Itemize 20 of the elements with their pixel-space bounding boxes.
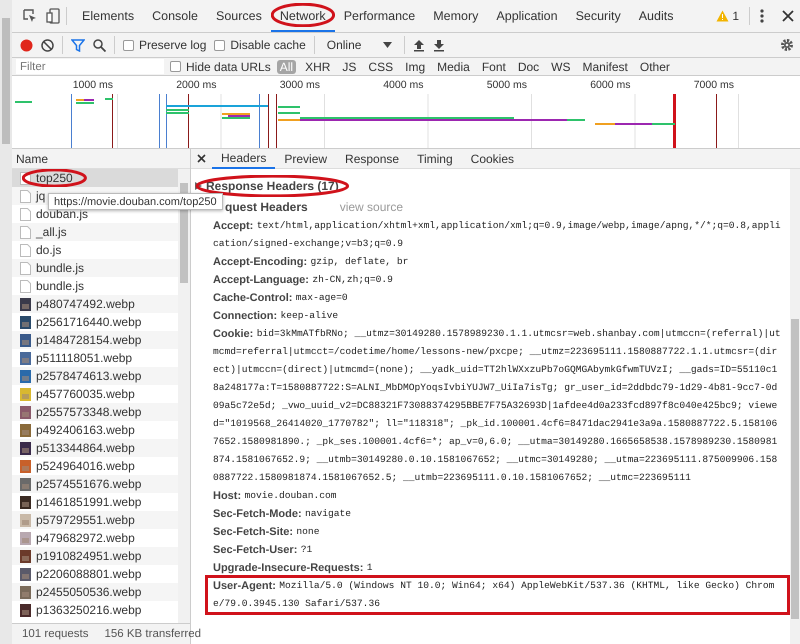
header-line: Host: movie.douban.com: [213, 489, 337, 503]
url-tooltip: https://movie.douban.com/top250: [48, 193, 223, 210]
tick-label: 6000 ms: [590, 79, 630, 91]
tick-label: 4000 ms: [383, 79, 424, 91]
tick-label: 2000 ms: [176, 79, 216, 91]
tick-label: 7000 ms: [694, 79, 734, 91]
tick-label: 3000 ms: [280, 79, 320, 91]
header-line: Accept-Encoding: gzip, deflate, br: [213, 255, 408, 269]
header-line: Sec-Fetch-User: ?1: [213, 543, 312, 557]
header-line: Upgrade-Insecure-Requests: 1: [213, 561, 372, 575]
tick-label: 1000 ms: [72, 79, 113, 91]
header-line: Connection: keep-alive: [213, 309, 338, 323]
header-line: Sec-Fetch-Site: none: [213, 525, 320, 539]
tick-label: 5000 ms: [486, 79, 527, 91]
header-line: Cache-Control: max-age=0: [213, 291, 348, 305]
request-count: 101 requests: [22, 628, 88, 640]
header-line: Accept-Language: zh-CN,zh;q=0.9: [213, 273, 393, 287]
header-line: User-Agent: Mozilla/5.0 (Windows NT 10.0; Win64; x64) AppleWebKit/537.36 (KHTML, like Gecko) Chrome/79.0.3945.130 Safari/537.36: [213, 579, 774, 611]
transferred-size: 156 KB transferred: [104, 628, 202, 640]
header-line: Sec-Fetch-Mode: navigate: [213, 507, 352, 521]
